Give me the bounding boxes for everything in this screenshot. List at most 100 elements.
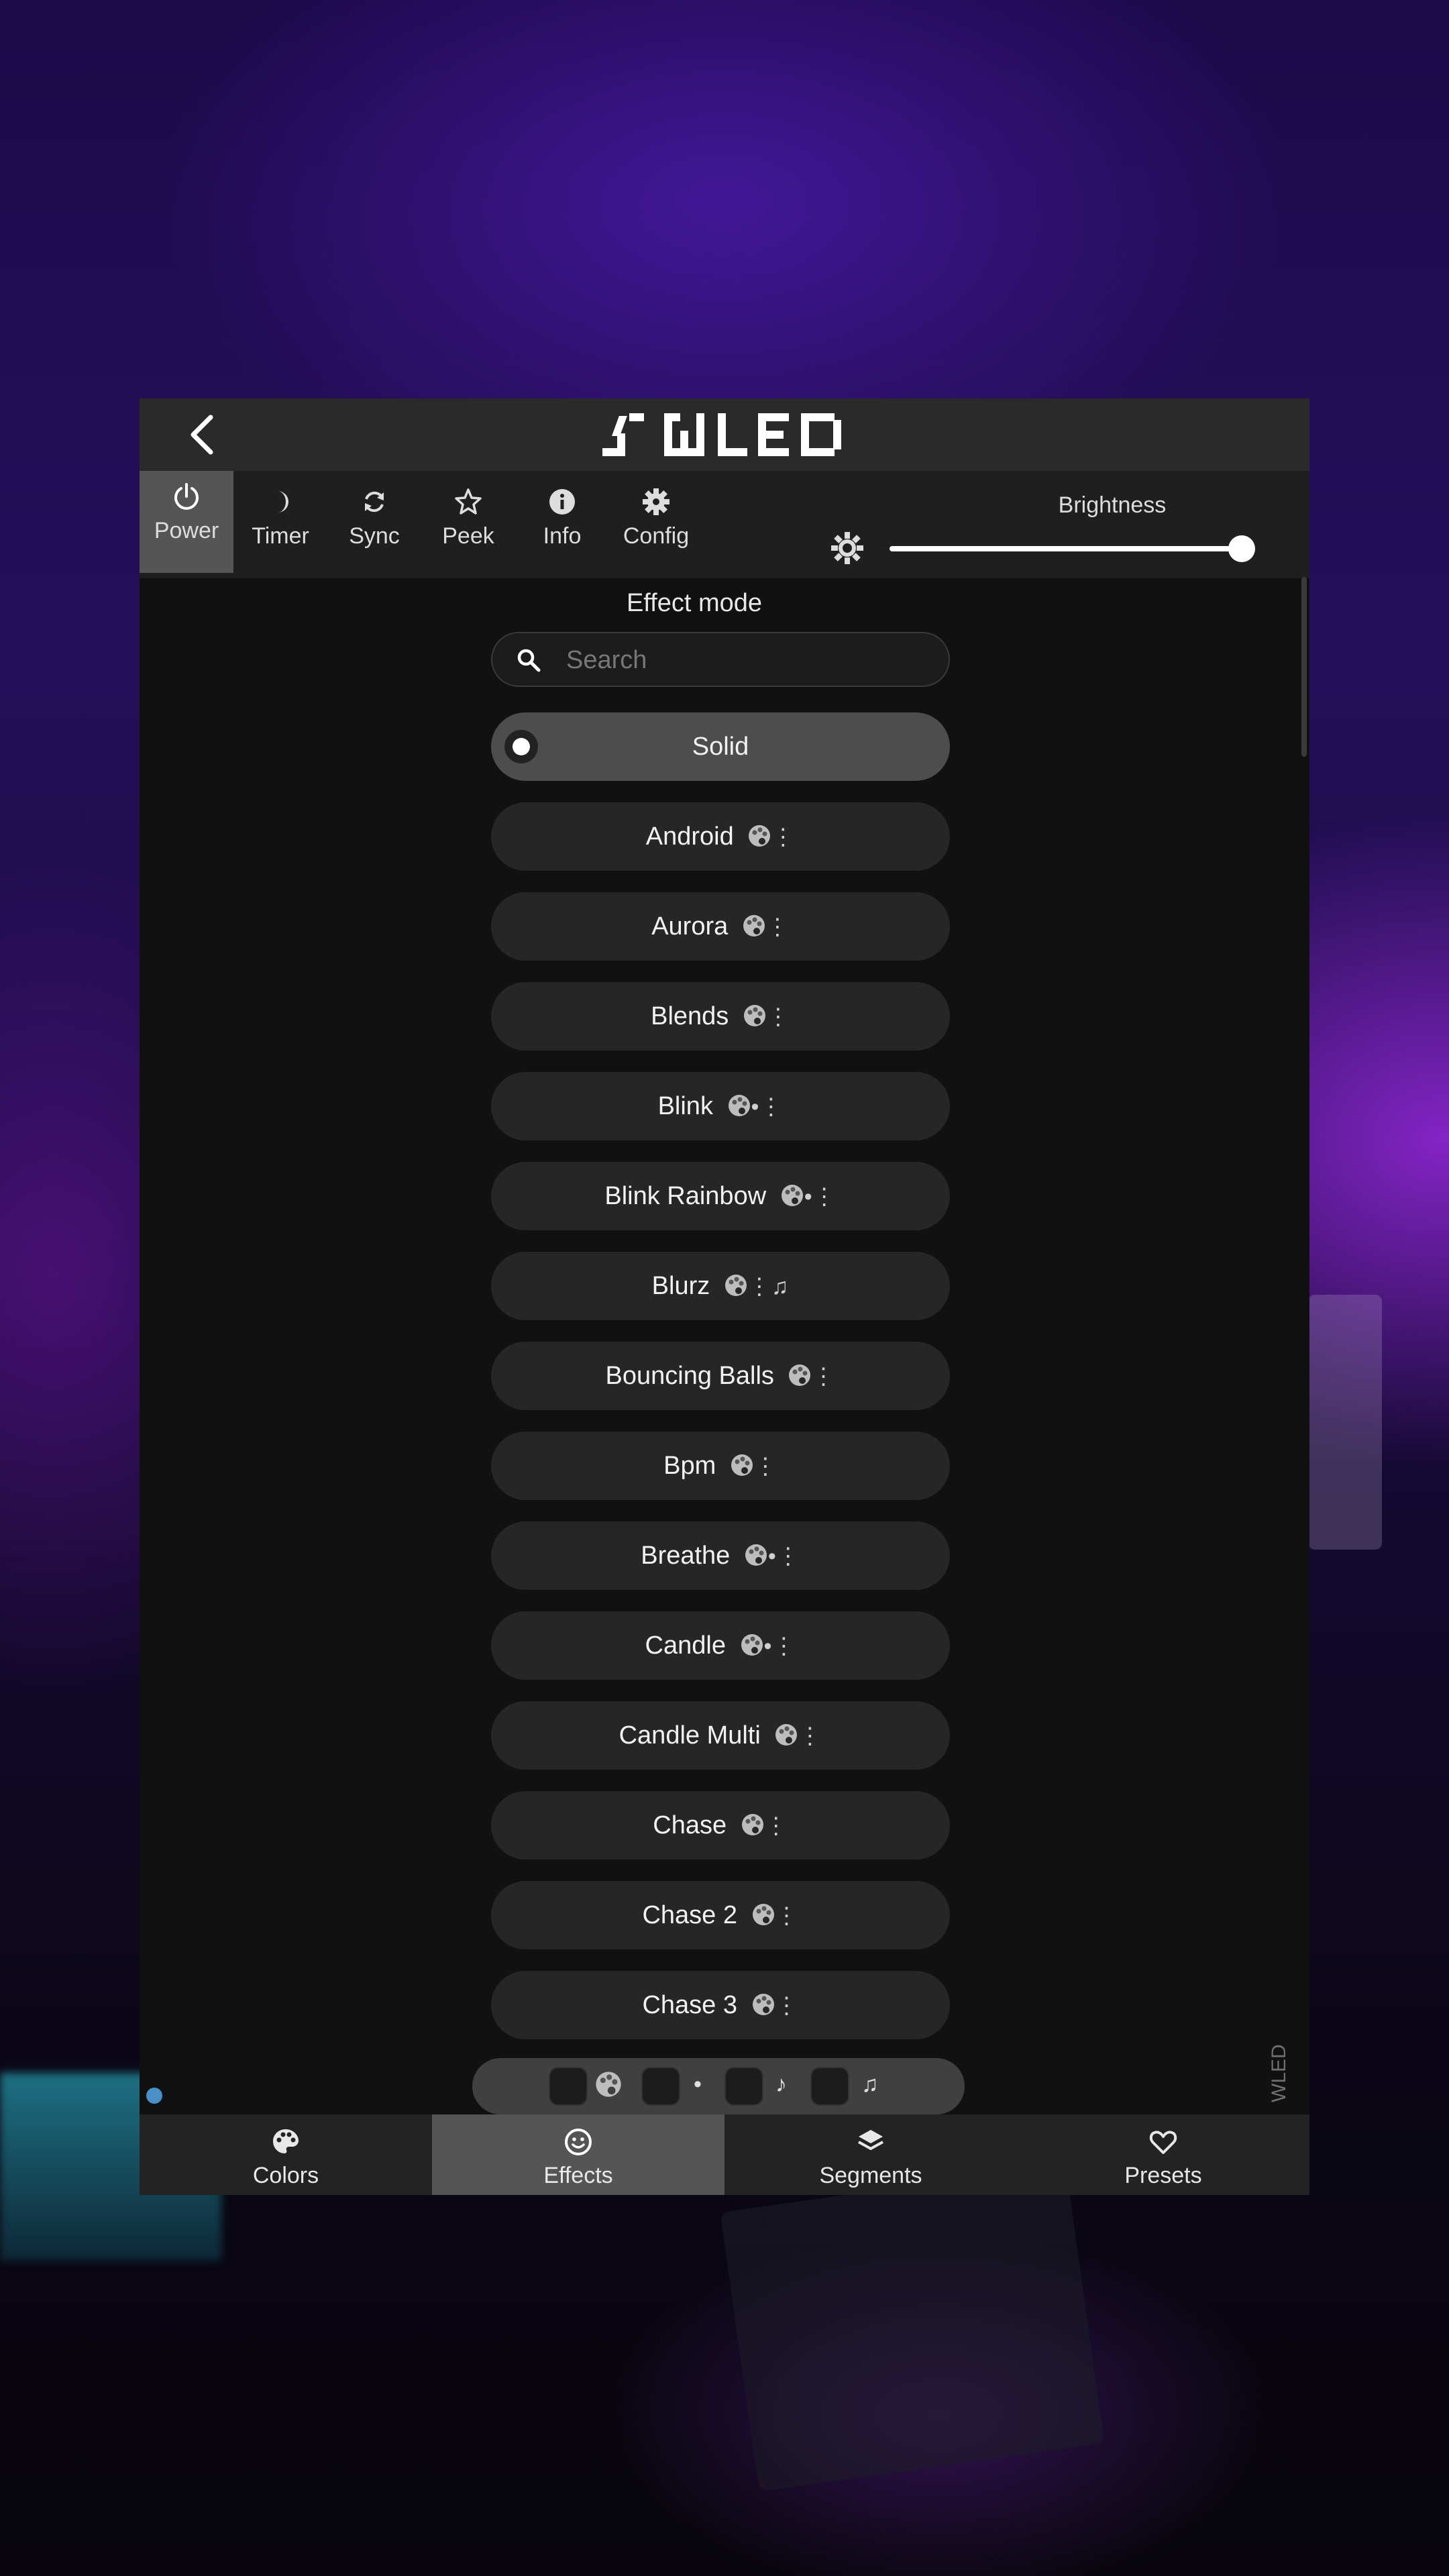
effect-item[interactable]: Breathe •⋮ bbox=[491, 1521, 950, 1590]
effect-flags: ⋮ bbox=[747, 803, 795, 871]
effect-item[interactable]: Blink •⋮ bbox=[491, 1072, 950, 1140]
effect-item[interactable]: Aurora ⋮ bbox=[491, 892, 950, 961]
effect-item[interactable]: Blurz ⋮♫ bbox=[491, 1252, 950, 1320]
effects-scrollbar[interactable] bbox=[1301, 577, 1307, 757]
effect-flags: ⋮ bbox=[788, 1342, 835, 1411]
gear-icon bbox=[643, 488, 669, 515]
search-icon bbox=[517, 649, 541, 672]
palette-icon bbox=[749, 825, 771, 847]
wled-side-label: WLED bbox=[1268, 2044, 1290, 2102]
effect-flags: ⋮♫ bbox=[724, 1252, 790, 1321]
effect-flags: ⋮ bbox=[774, 1702, 822, 1770]
moon-icon bbox=[278, 491, 288, 513]
tab-effects-label: Effects bbox=[543, 2163, 613, 2188]
effect-item[interactable]: Blends ⋮ bbox=[491, 982, 950, 1051]
connection-dot bbox=[146, 2088, 162, 2104]
info-icon bbox=[549, 489, 575, 515]
background-router bbox=[1308, 1295, 1382, 1550]
effect-item[interactable]: Bpm ⋮ bbox=[491, 1432, 950, 1500]
effect-item[interactable]: Chase 3 ⋮ bbox=[491, 1971, 950, 2039]
peek-label: Peek bbox=[442, 523, 494, 549]
effect-name: Blends bbox=[651, 1002, 729, 1030]
effect-name: Android bbox=[645, 822, 734, 851]
effect-item[interactable]: Chase ⋮ bbox=[491, 1791, 950, 1860]
effect-item[interactable]: Bouncing Balls ⋮ bbox=[491, 1342, 950, 1410]
tab-presets-label: Presets bbox=[1124, 2163, 1202, 2188]
palette-icon bbox=[273, 2129, 299, 2153]
tab-colors[interactable]: Colors bbox=[140, 2114, 432, 2195]
palette-icon bbox=[752, 1994, 774, 2015]
heart-icon bbox=[1149, 2131, 1177, 2154]
tab-effects[interactable]: Effects bbox=[432, 2114, 724, 2195]
effect-flags: ⋮ bbox=[730, 1432, 777, 1501]
palette-icon bbox=[724, 1275, 747, 1296]
brightness-slider[interactable] bbox=[890, 546, 1245, 551]
effect-name: Chase bbox=[653, 1811, 727, 1839]
effect-item[interactable]: Candle •⋮ bbox=[491, 1611, 950, 1680]
config-button[interactable]: Config bbox=[609, 476, 703, 570]
palette-icon bbox=[781, 1185, 803, 1206]
brightness-sun-icon bbox=[831, 532, 863, 564]
effect-flags: •⋮ bbox=[727, 1073, 784, 1141]
sync-button[interactable]: Sync bbox=[327, 476, 421, 570]
info-label: Info bbox=[543, 523, 582, 549]
config-label: Config bbox=[623, 523, 690, 549]
toolbar: Power Timer Sync Peek Info Config Bright… bbox=[140, 471, 1309, 578]
effect-flags: ⋮ bbox=[751, 1972, 799, 2040]
tab-segments[interactable]: Segments bbox=[724, 2114, 1017, 2195]
effect-name: Chase 3 bbox=[642, 1991, 737, 2019]
palette-icon bbox=[743, 1005, 765, 1026]
effect-name: Candle bbox=[645, 1631, 726, 1660]
palette-icon bbox=[731, 1454, 753, 1476]
filter-frequency-checkbox[interactable] bbox=[810, 2067, 849, 2106]
power-button[interactable]: Power bbox=[140, 471, 233, 573]
effect-flags: ⋮ bbox=[743, 983, 790, 1051]
smiley-icon bbox=[565, 2129, 592, 2155]
filter-palette-checkbox[interactable] bbox=[549, 2067, 588, 2106]
effect-name: Blink Rainbow bbox=[604, 1182, 767, 1210]
palette-icon bbox=[741, 1634, 763, 1656]
power-icon bbox=[174, 483, 199, 510]
effect-name: Bpm bbox=[663, 1452, 716, 1480]
palette-icon bbox=[728, 1095, 750, 1116]
layers-icon bbox=[858, 2130, 883, 2150]
effect-item[interactable]: Candle Multi ⋮ bbox=[491, 1701, 950, 1770]
filter-1d-checkbox[interactable] bbox=[641, 2067, 680, 2106]
effect-item-solid[interactable]: Solid bbox=[491, 712, 950, 781]
brightness-slider-handle[interactable] bbox=[1228, 535, 1255, 562]
effect-name: Blurz bbox=[651, 1272, 710, 1300]
sync-icon bbox=[365, 491, 384, 513]
timer-label: Timer bbox=[252, 523, 309, 549]
effect-flags: •⋮ bbox=[780, 1163, 837, 1231]
selected-radio-icon bbox=[504, 730, 538, 763]
info-button[interactable]: Info bbox=[515, 476, 609, 570]
effect-name: Blink bbox=[657, 1092, 713, 1120]
bottom-nav: Colors Effects Segments Presets bbox=[140, 2114, 1309, 2195]
tab-colors-label: Colors bbox=[252, 2163, 319, 2188]
effect-flags: ⋮ bbox=[742, 893, 790, 961]
effect-name: Breathe bbox=[641, 1542, 731, 1570]
effect-name: Chase 2 bbox=[642, 1901, 737, 1929]
wled-logo bbox=[602, 413, 841, 456]
effect-mode-title: Effect mode bbox=[626, 589, 763, 617]
effect-flags: ⋮ bbox=[751, 1882, 799, 1950]
star-icon bbox=[455, 488, 482, 515]
back-arrow-icon[interactable] bbox=[180, 411, 227, 459]
effect-item[interactable]: Android ⋮ bbox=[491, 802, 950, 871]
effect-list: Solid Android ⋮ Aurora ⋮ Blends ⋮ Blink … bbox=[491, 712, 950, 2061]
sync-label: Sync bbox=[349, 523, 400, 549]
filter-volume-checkbox[interactable] bbox=[724, 2067, 763, 2106]
effect-search[interactable] bbox=[491, 632, 950, 687]
effect-name: Candle Multi bbox=[619, 1721, 761, 1750]
timer-button[interactable]: Timer bbox=[233, 476, 327, 570]
background-phone bbox=[720, 2163, 1105, 2492]
power-label: Power bbox=[154, 518, 219, 543]
filter-1d-symbol: • bbox=[694, 2072, 702, 2097]
effect-item[interactable]: Chase 2 ⋮ bbox=[491, 1881, 950, 1949]
palette-icon bbox=[741, 1814, 763, 1835]
brightness-label: Brightness bbox=[1058, 492, 1167, 518]
peek-button[interactable]: Peek bbox=[421, 476, 515, 570]
effect-item[interactable]: Blink Rainbow •⋮ bbox=[491, 1162, 950, 1230]
search-input[interactable] bbox=[565, 633, 930, 687]
tab-presets[interactable]: Presets bbox=[1017, 2114, 1309, 2195]
